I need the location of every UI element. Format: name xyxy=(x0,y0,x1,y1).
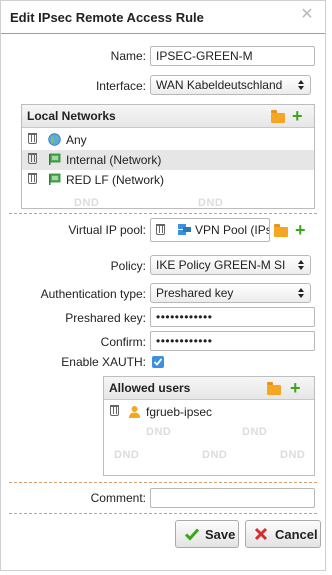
checkmark-icon xyxy=(184,528,200,541)
allowed-users-panel: Allowed users + fgrueb-ipsec DND DND DND… xyxy=(103,376,315,476)
virtual-ip-pool-field[interactable]: VPN Pool (IPsec) xyxy=(150,218,270,242)
add-icon[interactable]: + xyxy=(292,107,303,125)
network-icon xyxy=(49,173,61,185)
user-icon xyxy=(129,406,140,418)
xauth-checkbox[interactable] xyxy=(152,356,164,368)
add-icon[interactable]: + xyxy=(290,379,301,397)
cancel-label: Cancel xyxy=(275,527,318,542)
preshared-key-label: Preshared key: xyxy=(65,311,146,325)
list-item-label: Any xyxy=(66,133,87,147)
folder-icon[interactable] xyxy=(267,382,281,395)
trash-icon[interactable] xyxy=(110,405,119,416)
list-item[interactable]: RED LF (Network) xyxy=(22,170,314,190)
list-item-label: Internal (Network) xyxy=(66,153,162,167)
dnd-watermark: DND xyxy=(146,426,172,438)
trash-icon[interactable] xyxy=(28,173,37,184)
trash-icon[interactable] xyxy=(28,133,37,144)
interface-select[interactable]: WAN Kabeldeutschland xyxy=(150,75,311,95)
select-arrows-icon xyxy=(298,288,304,298)
dnd-watermark: DND xyxy=(114,449,140,461)
virtual-ip-pool-label: Virtual IP pool: xyxy=(68,223,146,237)
globe-icon xyxy=(48,133,61,146)
allowed-users-header: Allowed users + xyxy=(104,377,314,400)
divider xyxy=(9,482,317,483)
select-arrows-icon xyxy=(298,80,304,90)
save-button[interactable]: Save xyxy=(175,520,239,548)
auth-type-label: Authentication type: xyxy=(40,287,146,301)
policy-select[interactable]: IKE Policy GREEN-M SI xyxy=(150,255,311,275)
xauth-label: Enable XAUTH: xyxy=(61,355,146,369)
preshared-key-field[interactable]: •••••••••••• xyxy=(150,307,315,327)
local-networks-title: Local Networks xyxy=(27,109,116,123)
confirm-value: •••••••••••• xyxy=(156,334,213,348)
virtual-ip-pool-value: VPN Pool (IPsec) xyxy=(195,223,269,237)
list-item[interactable]: fgrueb-ipsec xyxy=(104,402,314,422)
comment-label: Comment: xyxy=(90,491,146,505)
server-pool-icon xyxy=(178,224,191,235)
name-label: Name: xyxy=(110,49,146,63)
dnd-watermark: DND xyxy=(202,449,228,461)
network-icon xyxy=(49,153,61,165)
close-icon[interactable]: ✕ xyxy=(299,7,315,23)
folder-icon[interactable] xyxy=(274,224,288,237)
save-label: Save xyxy=(205,527,236,542)
dnd-watermark: DND xyxy=(74,197,100,209)
auth-type-select[interactable]: Preshared key xyxy=(150,283,311,303)
list-item[interactable]: Any xyxy=(22,130,314,150)
check-icon xyxy=(153,358,163,366)
dnd-watermark: DND xyxy=(198,197,224,209)
dialog-titlebar: Edit IPsec Remote Access Rule ✕ xyxy=(1,1,325,34)
cancel-x-icon xyxy=(254,527,268,541)
policy-value: IKE Policy GREEN-M SI xyxy=(156,258,286,272)
interface-value: WAN Kabeldeutschland xyxy=(156,78,283,92)
select-arrows-icon xyxy=(298,260,304,270)
trash-icon[interactable] xyxy=(156,224,165,235)
name-field[interactable] xyxy=(150,46,315,66)
interface-label: Interface: xyxy=(95,79,146,93)
confirm-label: Confirm: xyxy=(100,335,146,349)
allowed-users-title: Allowed users xyxy=(109,381,191,395)
dnd-watermark: DND xyxy=(242,426,268,438)
folder-icon[interactable] xyxy=(271,110,285,123)
cancel-button[interactable]: Cancel xyxy=(245,520,321,548)
local-networks-header: Local Networks + xyxy=(22,105,314,128)
auth-type-value: Preshared key xyxy=(156,286,234,300)
local-networks-panel: Local Networks + Any Internal (Network) xyxy=(21,104,315,209)
edit-ipsec-dialog: Edit IPsec Remote Access Rule ✕ Name: In… xyxy=(0,0,326,571)
list-item-label: RED LF (Network) xyxy=(66,173,165,187)
trash-icon[interactable] xyxy=(28,153,37,164)
preshared-key-value: •••••••••••• xyxy=(156,310,213,324)
add-icon[interactable]: + xyxy=(295,221,306,239)
confirm-field[interactable]: •••••••••••• xyxy=(150,331,315,351)
divider xyxy=(9,213,317,214)
dialog-title: Edit IPsec Remote Access Rule xyxy=(10,10,204,25)
divider xyxy=(9,513,317,514)
list-item[interactable]: Internal (Network) xyxy=(22,150,314,170)
dnd-watermark: DND xyxy=(280,449,306,461)
list-item-label: fgrueb-ipsec xyxy=(146,405,213,419)
comment-field[interactable] xyxy=(150,488,315,508)
policy-label: Policy: xyxy=(110,259,146,273)
